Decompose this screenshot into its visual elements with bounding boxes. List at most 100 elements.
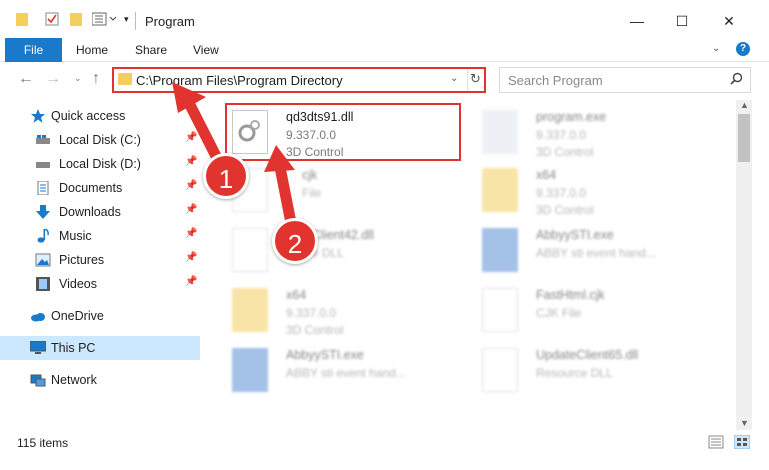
sidebar-item-videos[interactable]: Videos 📌 bbox=[0, 272, 200, 296]
file-item[interactable]: AbbyySTI.exe ABBY sti event hand... bbox=[228, 342, 468, 398]
sidebar-item-documents[interactable]: Documents 📌 bbox=[0, 176, 200, 200]
monitor-icon bbox=[29, 340, 47, 355]
address-dropdown-icon[interactable]: ⌄ bbox=[450, 73, 458, 84]
file-item[interactable]: cjk File bbox=[228, 162, 468, 218]
pin-icon[interactable]: 📌 bbox=[185, 252, 197, 263]
file-description: 3D Control bbox=[536, 145, 594, 159]
dll-file-icon bbox=[482, 348, 518, 392]
film-strip-icon bbox=[35, 277, 51, 291]
recent-locations-icon[interactable]: ⌄ bbox=[74, 73, 82, 84]
up-arrow-icon[interactable]: ↑ bbox=[92, 70, 100, 88]
pictures-icon bbox=[35, 253, 51, 267]
sidebar-item-label: Music bbox=[59, 229, 92, 243]
scroll-up-icon[interactable]: ▲ bbox=[740, 100, 749, 110]
search-icon[interactable] bbox=[730, 72, 743, 88]
file-item[interactable]: x64 9.337.0.0 3D Control bbox=[478, 162, 718, 218]
sidebar-item-this-pc[interactable]: This PC bbox=[0, 336, 200, 360]
file-type: File bbox=[302, 186, 322, 200]
back-arrow-icon[interactable]: ← bbox=[18, 70, 34, 88]
sidebar-item-label: This PC bbox=[51, 341, 96, 355]
tab-share[interactable]: Share bbox=[135, 38, 167, 62]
file-name: x64 bbox=[536, 168, 557, 182]
file-description: ABBY sti event hand... bbox=[286, 366, 406, 380]
pin-icon[interactable]: 📌 bbox=[185, 228, 197, 239]
folder-icon bbox=[16, 12, 28, 29]
sidebar-item-downloads[interactable]: Downloads 📌 bbox=[0, 200, 200, 224]
sidebar-item-network[interactable]: Network bbox=[0, 368, 200, 392]
navigation-bar: ← → ⌄ ↑ C:\Program Files\Program Directo… bbox=[0, 62, 769, 98]
customize-toolbar-icon[interactable] bbox=[91, 12, 120, 29]
file-item[interactable]: program.exe 9.337.0.0 3D Control bbox=[478, 104, 718, 160]
file-item[interactable]: FastHtml.cjk CJK File bbox=[478, 282, 718, 338]
sidebar-item-label: Documents bbox=[59, 181, 123, 195]
minimize-button[interactable]: — bbox=[622, 8, 652, 34]
drive-icon bbox=[35, 133, 51, 147]
pin-icon[interactable]: 📌 bbox=[185, 132, 197, 143]
sidebar-item-music[interactable]: Music 📌 bbox=[0, 224, 200, 248]
pin-icon[interactable]: 📌 bbox=[185, 204, 197, 215]
new-folder-icon[interactable] bbox=[70, 12, 82, 29]
close-button[interactable]: ✕ bbox=[714, 8, 744, 34]
file-type: CJK File bbox=[536, 306, 582, 320]
cloud-icon bbox=[30, 309, 46, 323]
file-name: Client42.dll bbox=[312, 228, 374, 242]
sidebar-item-label: Downloads bbox=[59, 205, 121, 219]
vertical-scrollbar[interactable]: ▲ ▼ bbox=[736, 100, 752, 430]
folder-icon bbox=[482, 168, 518, 212]
file-name: UpdateClient65.dll bbox=[536, 348, 639, 362]
pin-icon[interactable]: 📌 bbox=[185, 180, 197, 191]
sidebar-item-label: Quick access bbox=[51, 109, 126, 123]
toolbar-dropdown-icon[interactable]: ▾ bbox=[124, 14, 129, 25]
address-path[interactable]: C:\Program Files\Program Directory bbox=[136, 73, 343, 88]
properties-icon[interactable] bbox=[45, 12, 59, 29]
tab-view[interactable]: View bbox=[193, 38, 219, 62]
file-highlight-box bbox=[225, 103, 461, 161]
scroll-thumb[interactable] bbox=[738, 114, 750, 162]
expand-ribbon-icon[interactable]: ⌄ bbox=[712, 43, 720, 54]
file-item[interactable]: UpdateClient65.dll Resource DLL bbox=[478, 342, 718, 398]
sidebar-item-local-disk-d[interactable]: Local Disk (D:) 📌 bbox=[0, 152, 200, 176]
file-item[interactable]: x64 9.337.0.0 3D Control bbox=[228, 282, 468, 338]
annotation-badge-1: 1 bbox=[203, 153, 249, 199]
file-description: Resource DLL bbox=[536, 366, 613, 380]
tab-home[interactable]: Home bbox=[76, 38, 108, 62]
exe-file-icon bbox=[232, 348, 268, 392]
tab-file[interactable]: File bbox=[5, 38, 62, 62]
window-title: Program bbox=[145, 14, 195, 29]
address-bar[interactable]: C:\Program Files\Program Directory ⌄ ↻ bbox=[112, 67, 486, 93]
sidebar-item-local-disk-c[interactable]: Local Disk (C:) 📌 bbox=[0, 128, 200, 152]
help-icon[interactable]: ? bbox=[736, 42, 750, 56]
refresh-icon[interactable]: ↻ bbox=[470, 71, 481, 87]
file-description: 3D Control bbox=[536, 203, 594, 217]
ribbon-tabs: File Home Share View ⌄ ? bbox=[0, 38, 769, 62]
sidebar-item-quick-access[interactable]: Quick access bbox=[0, 104, 200, 128]
sidebar-item-pictures[interactable]: Pictures 📌 bbox=[0, 248, 200, 272]
tiles-view-icon[interactable] bbox=[733, 434, 751, 450]
sidebar-item-label: Local Disk (D:) bbox=[59, 157, 141, 171]
file-item[interactable]: Client42.dll e DLL bbox=[228, 222, 468, 278]
exe-file-icon bbox=[482, 228, 518, 272]
sidebar-item-label: Videos bbox=[59, 277, 97, 291]
sidebar-item-onedrive[interactable]: OneDrive bbox=[0, 304, 200, 328]
scroll-down-icon[interactable]: ▼ bbox=[740, 418, 749, 428]
title-bar: ▾ Program — ☐ ✕ bbox=[0, 0, 769, 38]
maximize-button[interactable]: ☐ bbox=[667, 8, 697, 34]
file-name: cjk bbox=[302, 168, 318, 182]
pin-icon[interactable]: 📌 bbox=[185, 276, 197, 287]
folder-icon bbox=[118, 73, 132, 85]
download-arrow-icon bbox=[35, 205, 51, 219]
forward-arrow-icon[interactable]: → bbox=[45, 70, 61, 88]
search-input[interactable]: Search Program bbox=[499, 67, 751, 93]
details-view-icon[interactable] bbox=[708, 435, 724, 449]
file-icon bbox=[482, 288, 518, 332]
file-item[interactable]: AbbyySTI.exe ABBY sti event hand... bbox=[478, 222, 718, 278]
sidebar-item-label: Pictures bbox=[59, 253, 105, 267]
status-bar: 115 items bbox=[0, 430, 769, 456]
sidebar-item-label: Network bbox=[51, 373, 97, 387]
file-version: 9.337.0.0 bbox=[286, 306, 337, 320]
address-separator bbox=[467, 70, 468, 90]
file-description: ABBY sti event hand... bbox=[536, 246, 656, 260]
file-name: x64 bbox=[286, 288, 307, 302]
title-separator bbox=[135, 12, 136, 30]
pin-icon[interactable]: 📌 bbox=[185, 156, 197, 167]
